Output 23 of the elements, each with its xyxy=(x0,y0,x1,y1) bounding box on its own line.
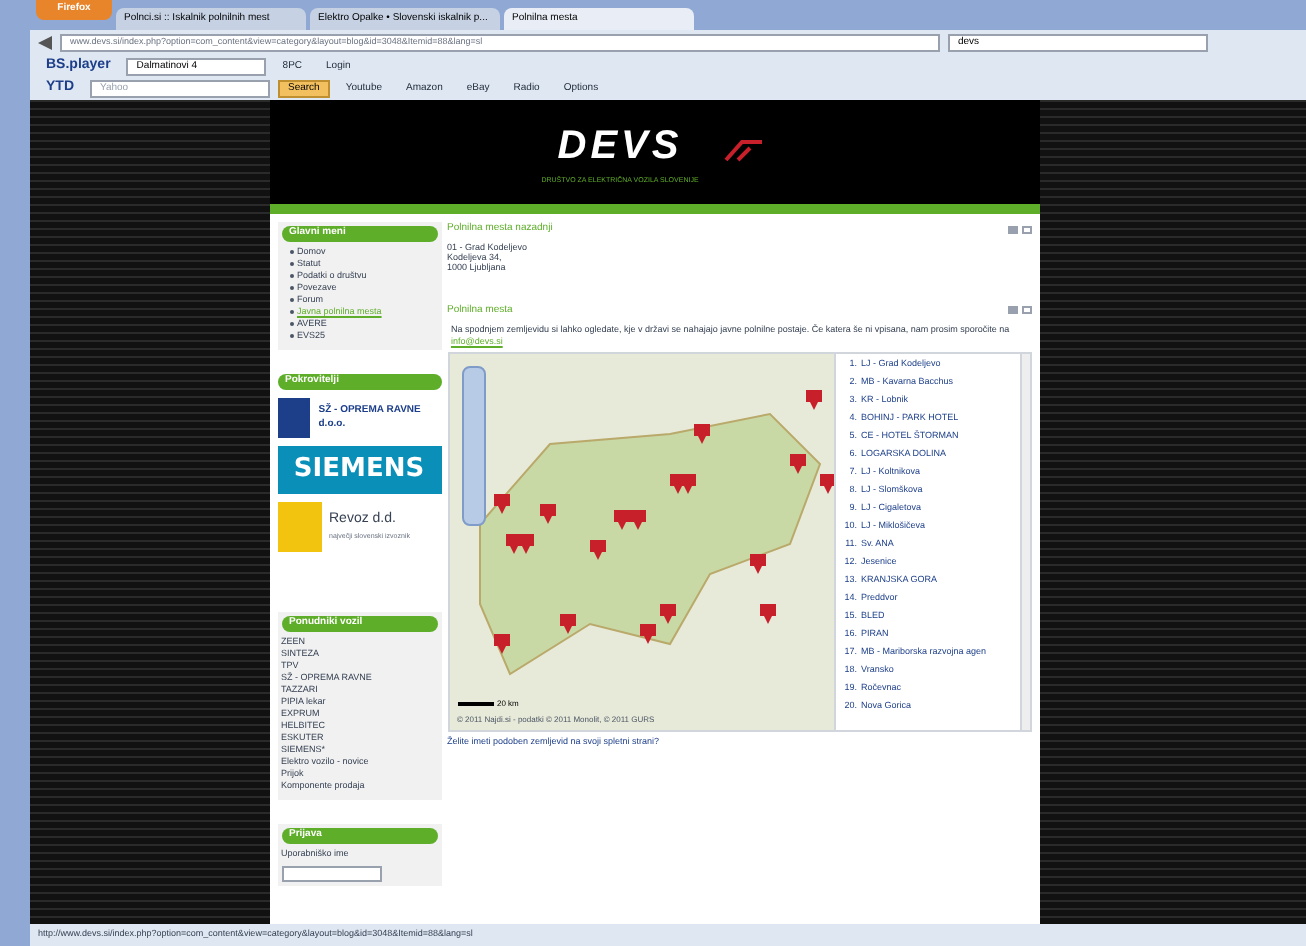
map-pin-icon[interactable] xyxy=(517,534,533,554)
back-icon[interactable] xyxy=(38,36,52,50)
site-logo[interactable]: DEVS xyxy=(557,116,683,177)
map-pin-icon[interactable] xyxy=(493,494,509,514)
map-pin-icon[interactable] xyxy=(659,604,675,624)
map-pin-icon[interactable] xyxy=(693,424,709,444)
map-pin-icon[interactable] xyxy=(539,504,555,524)
map-pin-icon[interactable] xyxy=(669,474,685,494)
map-pin-icon[interactable] xyxy=(613,510,629,530)
map-pin-icon[interactable] xyxy=(819,474,833,494)
username-field[interactable] xyxy=(281,865,381,882)
map-pin-icon[interactable] xyxy=(805,390,821,410)
map-pin-icon[interactable] xyxy=(493,634,509,654)
zoom-control[interactable] xyxy=(461,366,485,526)
map-pin-icon[interactable] xyxy=(749,554,765,574)
map-pin-icon[interactable] xyxy=(789,454,805,474)
map-pin-icon[interactable] xyxy=(629,510,645,530)
map-pin-icon[interactable] xyxy=(589,540,605,560)
scrollbar[interactable] xyxy=(1019,354,1029,730)
map-pin-icon[interactable] xyxy=(759,604,775,624)
sponsor-logo[interactable]: SIEMENS xyxy=(277,446,441,494)
map-pin-icon[interactable] xyxy=(639,624,655,644)
map-pin-icon[interactable] xyxy=(559,614,575,634)
